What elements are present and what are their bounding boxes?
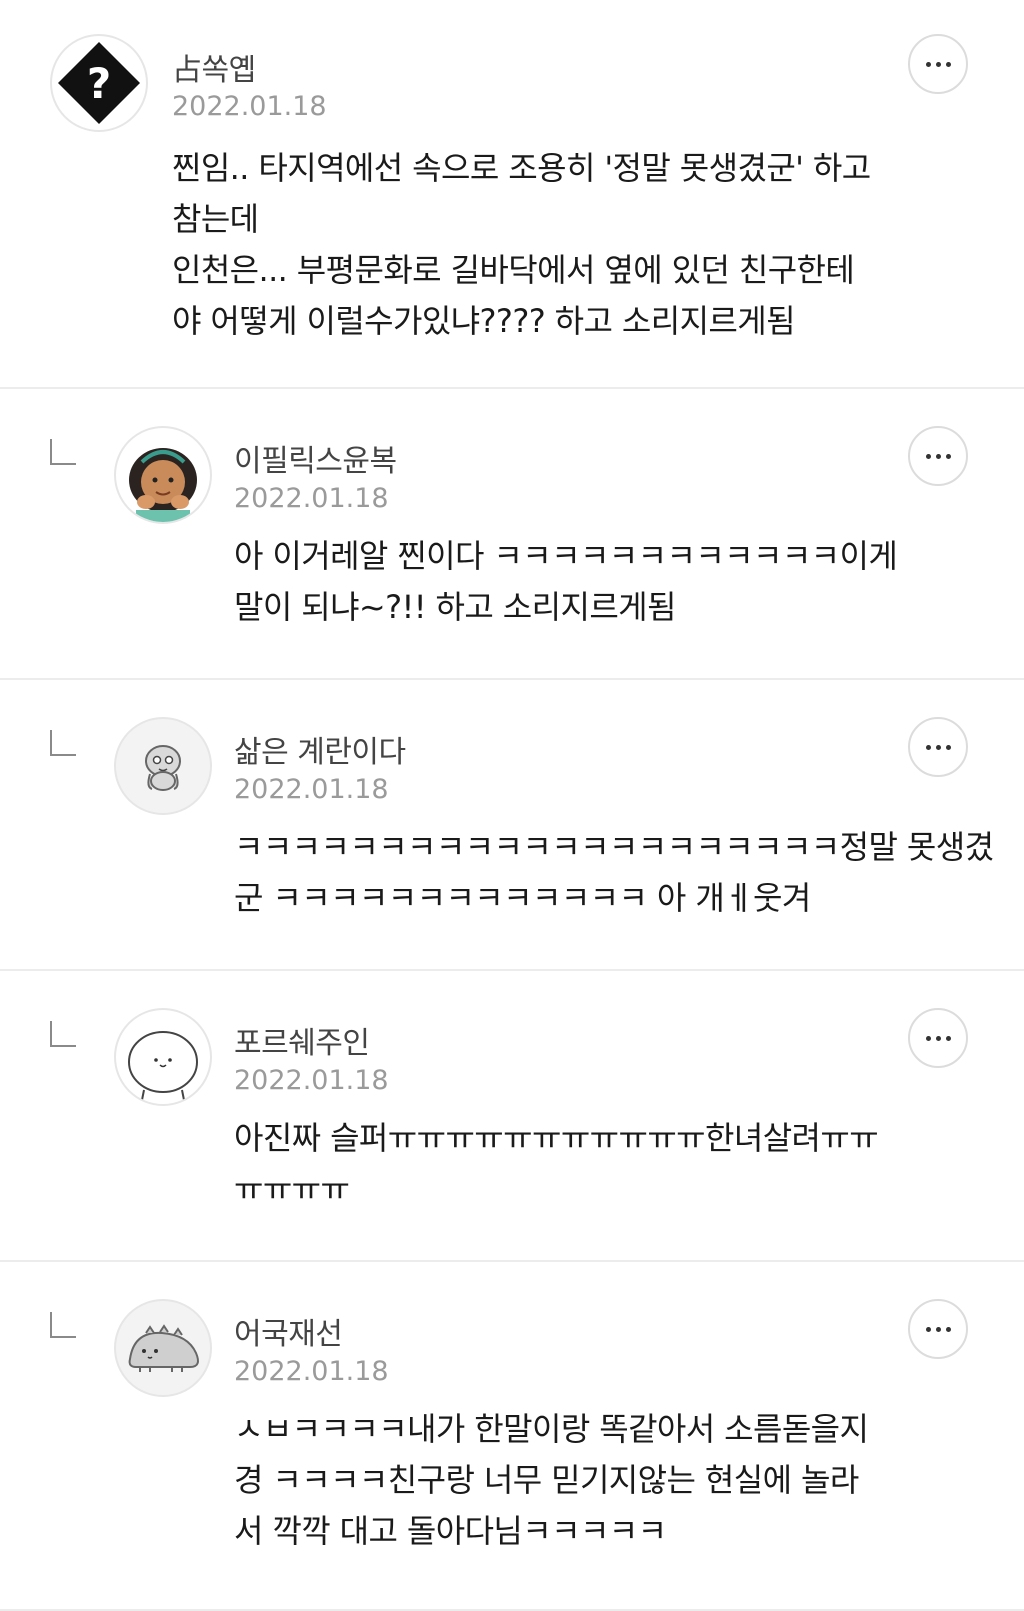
avatar[interactable]: ?: [50, 34, 148, 132]
author-name[interactable]: 占쏙옙: [172, 45, 256, 89]
avatar[interactable]: [114, 1008, 212, 1106]
avatar[interactable]: [114, 717, 212, 815]
comment-date: 2022.01.18: [234, 1356, 389, 1387]
more-options-button[interactable]: [908, 34, 968, 94]
white-blob-icon: [128, 1031, 198, 1101]
comment-list: ? 占쏙옙 2022.01.18 찐임.. 타지역에선 속으로 조용히 '정말 …: [0, 0, 1024, 1611]
avatar[interactable]: [114, 426, 212, 524]
author-name[interactable]: 어국재선: [234, 1309, 343, 1353]
question-diamond-icon: ?: [58, 42, 140, 124]
author-name[interactable]: 삶은 계란이다: [234, 727, 406, 771]
svg-text:?: ?: [87, 59, 111, 108]
comment-date: 2022.01.18: [234, 774, 389, 805]
more-dots-icon: [925, 1035, 951, 1041]
comment-date: 2022.01.18: [234, 483, 389, 514]
more-options-button[interactable]: [908, 426, 968, 486]
comment-item: 포르쉐주인 2022.01.18 아진짜 슬퍼ㅠㅠㅠㅠㅠㅠㅠㅠㅠㅠㅠ한녀살려ㅠㅠ…: [0, 971, 1024, 1262]
more-dots-icon: [925, 61, 951, 67]
comment-text: 찐임.. 타지역에선 속으로 조용히 '정말 못생겼군' 하고 참는데 인천은.…: [172, 149, 871, 340]
more-options-button[interactable]: [908, 717, 968, 777]
comment-date: 2022.01.18: [172, 91, 327, 122]
comment-item: ? 占쏙옙 2022.01.18 찐임.. 타지역에선 속으로 조용히 '정말 …: [0, 0, 1024, 389]
comment-text: ㅋㅋㅋㅋㅋㅋㅋㅋㅋㅋㅋㅋㅋㅋㅋㅋㅋㅋㅋㅋㅋ정말 못생겼 군 ㅋㅋㅋㅋㅋㅋㅋㅋㅋㅋ…: [234, 828, 994, 917]
comment-date: 2022.01.18: [234, 1065, 389, 1096]
comment-item: 어국재선 2022.01.18 ㅅㅂㅋㅋㅋㅋ내가 한말이랑 똑같아서 소름돋을지…: [0, 1262, 1024, 1611]
comment-text: ㅅㅂㅋㅋㅋㅋ내가 한말이랑 똑같아서 소름돋을지 경 ㅋㅋㅋㅋ친구랑 너무 믿기…: [234, 1410, 869, 1550]
reply-indicator-icon: [50, 1312, 76, 1338]
comment-text: 아진짜 슬퍼ㅠㅠㅠㅠㅠㅠㅠㅠㅠㅠㅠ한녀살려ㅠㅠ ㅠㅠㅠㅠ: [234, 1119, 879, 1208]
reply-indicator-icon: [50, 730, 76, 756]
more-dots-icon: [925, 744, 951, 750]
comment-item: 이필릭스윤복 2022.01.18 아 이거레알 찐이다 ㅋㅋㅋㅋㅋㅋㅋㅋㅋㅋㅋ…: [0, 389, 1024, 680]
more-dots-icon: [925, 453, 951, 459]
author-name[interactable]: 이필릭스윤복: [234, 436, 397, 480]
more-options-button[interactable]: [908, 1008, 968, 1068]
reply-indicator-icon: [50, 439, 76, 465]
comment-item: 삶은 계란이다 2022.01.18 ㅋㅋㅋㅋㅋㅋㅋㅋㅋㅋㅋㅋㅋㅋㅋㅋㅋㅋㅋㅋㅋ…: [0, 680, 1024, 971]
avatar[interactable]: [114, 1299, 212, 1397]
gray-character-icon: [145, 745, 181, 791]
more-options-button[interactable]: [908, 1299, 968, 1359]
gray-dinosaur-icon: [128, 1324, 199, 1372]
more-dots-icon: [925, 1326, 951, 1332]
author-name[interactable]: 포르쉐주인: [234, 1018, 370, 1062]
reply-indicator-icon: [50, 1021, 76, 1047]
cartoon-girl-icon: [129, 448, 197, 522]
comment-text: 아 이거레알 찐이다 ㅋㅋㅋㅋㅋㅋㅋㅋㅋㅋㅋㅋ이게 말이 되냐~?!! 하고 소…: [234, 537, 898, 626]
